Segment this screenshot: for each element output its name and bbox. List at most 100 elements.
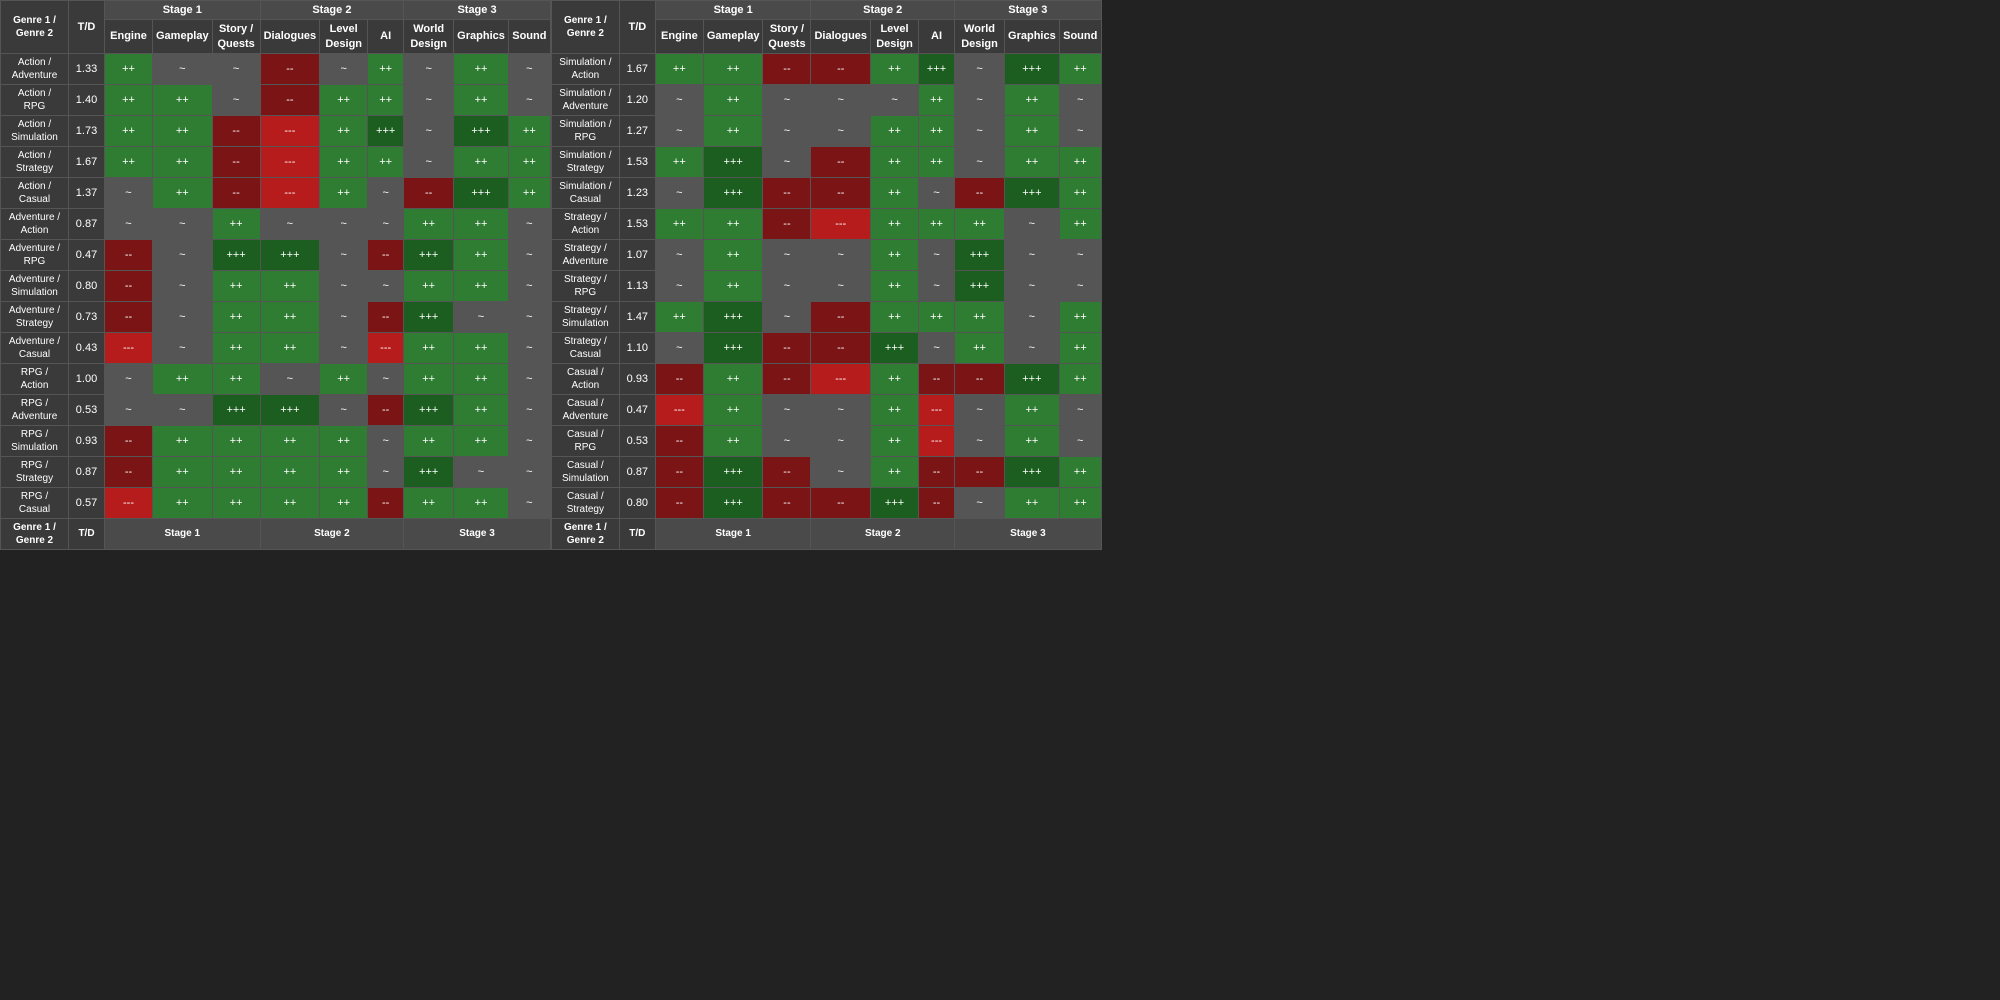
data-cell: ~: [368, 177, 404, 208]
data-cell: ++: [871, 146, 919, 177]
data-cell: ~: [320, 270, 368, 301]
data-cell: ~: [871, 84, 919, 115]
genre-cell: Adventure /Strategy: [1, 301, 69, 332]
data-cell: ++: [955, 208, 1005, 239]
data-cell: ~: [919, 332, 955, 363]
data-cell: ++: [919, 301, 955, 332]
data-cell: ++: [320, 146, 368, 177]
data-cell: ++: [871, 394, 919, 425]
data-cell: ~: [955, 84, 1005, 115]
data-cell: ++: [454, 332, 509, 363]
data-cell: +++: [703, 301, 763, 332]
td-value: 1.07: [619, 239, 655, 270]
right-col-ai: AI: [919, 20, 955, 54]
data-cell: ~: [811, 394, 871, 425]
data-cell: +++: [404, 239, 454, 270]
data-cell: ++: [1005, 487, 1060, 518]
td-value: 0.57: [69, 487, 105, 518]
data-cell: +++: [1005, 363, 1060, 394]
td-value: 1.53: [619, 146, 655, 177]
data-cell: ~: [955, 115, 1005, 146]
table-row: Action /Simulation1.73++++-----+++++~+++…: [1, 115, 551, 146]
data-cell: ~: [368, 363, 404, 394]
data-cell: --: [811, 487, 871, 518]
data-cell: --: [655, 363, 703, 394]
right-col-story: Story /Quests: [763, 20, 811, 54]
data-cell: ~: [508, 456, 550, 487]
table-row: Adventure /Action0.87~~++~~~++++~: [1, 208, 551, 239]
table-row: Adventure /Simulation0.80--~++++~~++++~: [1, 270, 551, 301]
data-cell: ++: [454, 363, 509, 394]
genre-cell: RPG /Adventure: [1, 394, 69, 425]
data-cell: --: [655, 487, 703, 518]
data-cell: ~: [763, 270, 811, 301]
data-cell: ++: [260, 425, 320, 456]
data-cell: ~: [763, 301, 811, 332]
data-cell: --: [811, 146, 871, 177]
data-cell: ~: [1059, 115, 1101, 146]
data-cell: ++: [454, 270, 509, 301]
genre-cell: Strategy /RPG: [551, 270, 619, 301]
data-cell: ++: [320, 177, 368, 208]
td-value: 1.47: [619, 301, 655, 332]
data-cell: ~: [919, 177, 955, 208]
data-cell: ++: [703, 270, 763, 301]
data-cell: ++: [955, 332, 1005, 363]
table-row: Simulation /Action1.67++++----+++++~++++…: [551, 53, 1101, 84]
data-cell: --: [955, 456, 1005, 487]
data-cell: +++: [703, 456, 763, 487]
data-cell: ~: [508, 270, 550, 301]
data-cell: ++: [454, 425, 509, 456]
data-cell: ~: [955, 53, 1005, 84]
genre-cell: RPG /Action: [1, 363, 69, 394]
data-cell: ++: [1005, 115, 1060, 146]
td-value: 1.13: [619, 270, 655, 301]
table-row: Action /Casual1.37~++-----++~--+++++: [1, 177, 551, 208]
data-cell: ++: [703, 208, 763, 239]
data-cell: --: [763, 363, 811, 394]
data-cell: ~: [955, 425, 1005, 456]
data-cell: ~: [655, 270, 703, 301]
data-cell: ~: [655, 239, 703, 270]
data-cell: ++: [871, 208, 919, 239]
genre-cell: Action /Simulation: [1, 115, 69, 146]
data-cell: ---: [919, 425, 955, 456]
data-cell: ++: [454, 239, 509, 270]
data-cell: ++: [105, 84, 153, 115]
data-cell: ~: [508, 84, 550, 115]
table-row: RPG /Adventure0.53~~++++++~--+++++~: [1, 394, 551, 425]
data-cell: ++: [320, 115, 368, 146]
data-cell: ---: [260, 177, 320, 208]
td-value: 0.47: [69, 239, 105, 270]
data-cell: ++: [212, 301, 260, 332]
genre-header: Genre 1 /Genre 2: [1, 1, 69, 54]
data-cell: ---: [655, 394, 703, 425]
data-cell: --: [955, 177, 1005, 208]
table-row: Strategy /Adventure1.07~++~~++~+++~~: [551, 239, 1101, 270]
data-cell: --: [811, 53, 871, 84]
genre-cell: Simulation /Adventure: [551, 84, 619, 115]
data-cell: ~: [454, 456, 509, 487]
data-cell: ~: [320, 208, 368, 239]
td-value: 0.87: [69, 456, 105, 487]
right-footer-td: T/D: [619, 518, 655, 549]
data-cell: ++: [105, 146, 153, 177]
data-cell: --: [655, 425, 703, 456]
td-value: 0.80: [69, 270, 105, 301]
data-cell: ++: [260, 301, 320, 332]
data-cell: ~: [320, 239, 368, 270]
data-cell: --: [105, 270, 153, 301]
data-cell: ~: [1059, 270, 1101, 301]
data-cell: ~: [508, 208, 550, 239]
data-cell: ++: [871, 177, 919, 208]
table-row: Strategy /Action1.53++++-----++++++~++: [551, 208, 1101, 239]
data-cell: ++: [703, 425, 763, 456]
col-dialogues: Dialogues: [260, 20, 320, 54]
data-cell: ++: [153, 425, 213, 456]
right-col-worlddesign: WorldDesign: [955, 20, 1005, 54]
data-cell: ++: [454, 487, 509, 518]
data-cell: --: [811, 301, 871, 332]
data-cell: ++: [260, 456, 320, 487]
table-row: Strategy /RPG1.13~++~~++~+++~~: [551, 270, 1101, 301]
data-cell: ++: [212, 487, 260, 518]
